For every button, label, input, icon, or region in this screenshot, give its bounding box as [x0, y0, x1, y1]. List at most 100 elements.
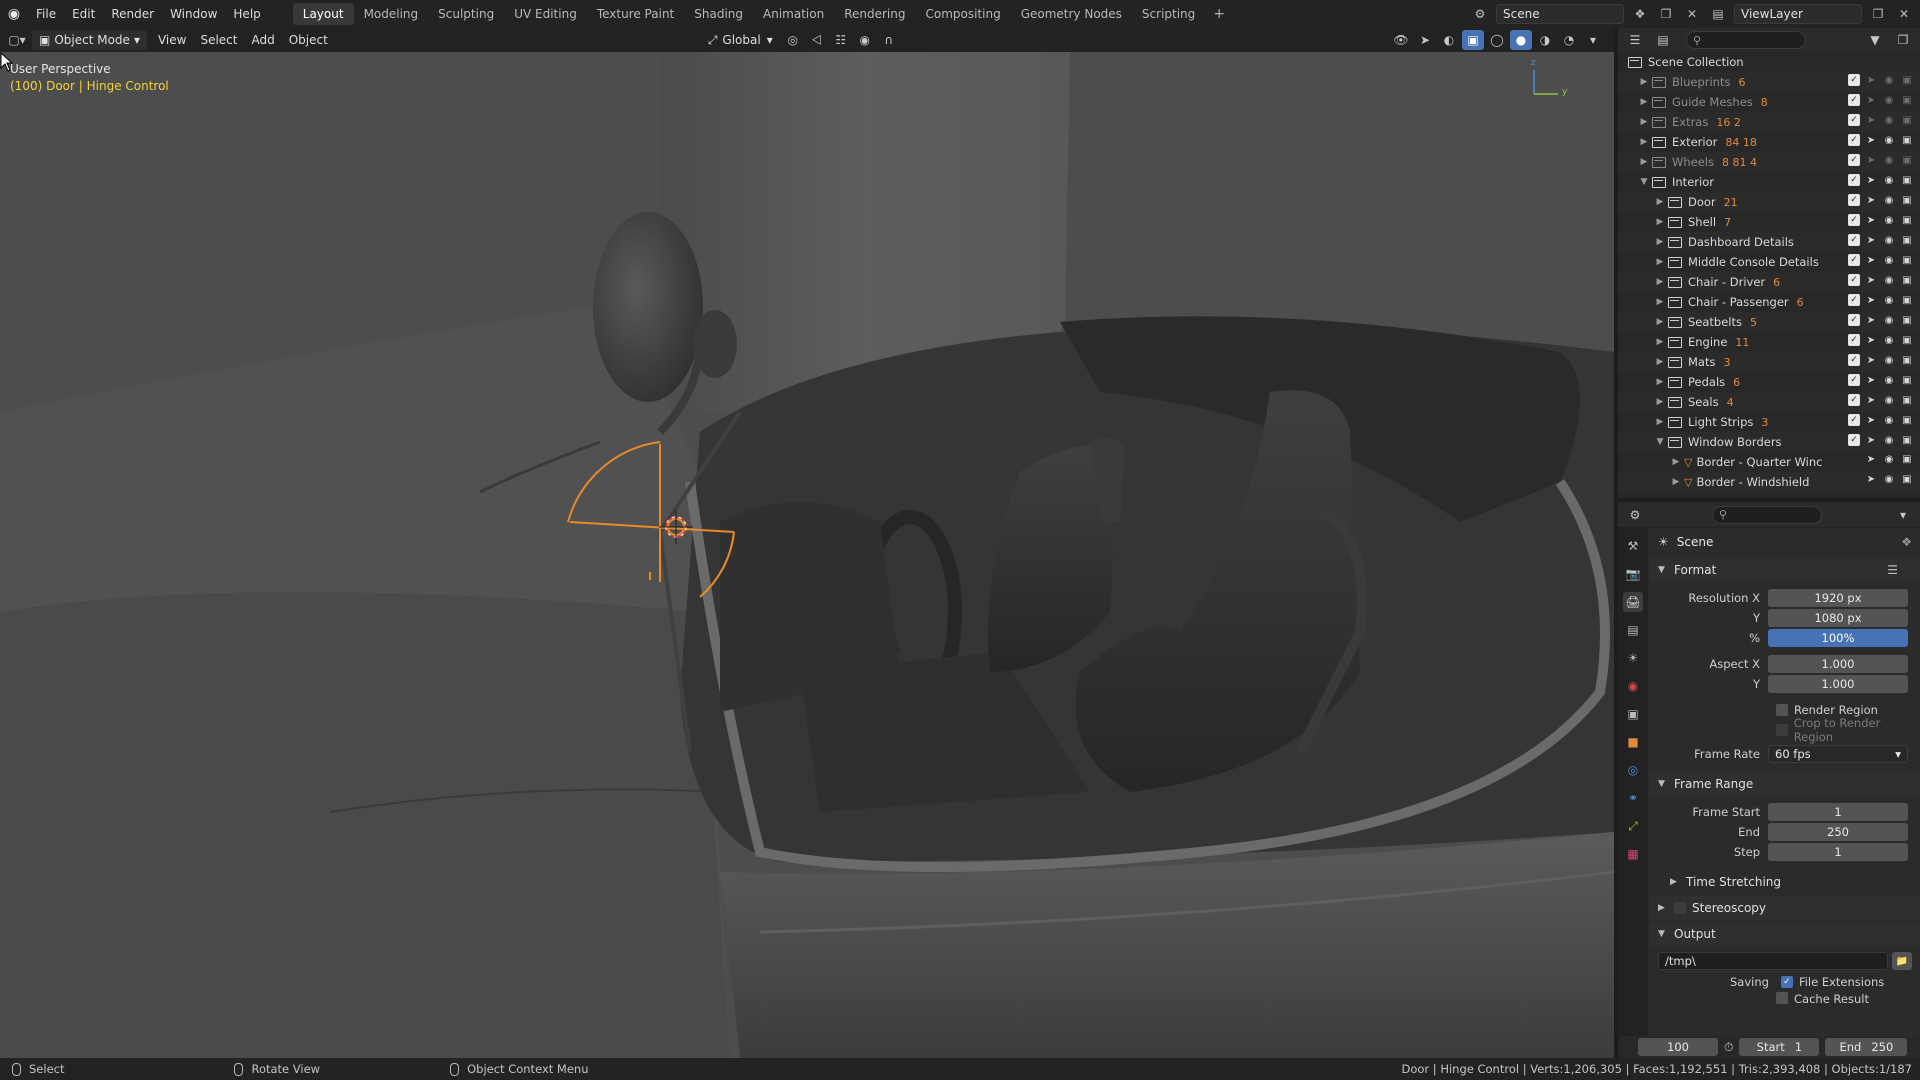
camera-icon[interactable]: ▣	[1900, 215, 1914, 226]
presets-icon[interactable]: ☰	[1887, 563, 1898, 577]
menu-render[interactable]: Render	[103, 3, 162, 25]
texture-tab-icon[interactable]: ▦	[1623, 844, 1643, 864]
expand-down-icon[interactable]: ▼	[1638, 177, 1650, 187]
eye-icon[interactable]: ◉	[1882, 454, 1896, 465]
eye-icon[interactable]: ◉	[1882, 435, 1896, 446]
eye-icon[interactable]: ◉	[1882, 235, 1896, 246]
selectable-icon[interactable]: ➤	[1864, 195, 1878, 206]
properties-editor-icon[interactable]: ⚙	[1624, 505, 1646, 525]
constraints-tab-icon[interactable]: ⚭	[1623, 788, 1643, 808]
selectable-icon[interactable]: ➤	[1864, 315, 1878, 326]
collection-tab-icon[interactable]: ▣	[1623, 704, 1643, 724]
exclude-checkbox[interactable]: ✓	[1848, 314, 1860, 326]
gizmo-icon[interactable]: ➤	[1414, 30, 1436, 50]
3d-viewport[interactable]: User Perspective (100) Door | Hinge Cont…	[0, 52, 1614, 1058]
outliner-row[interactable]: ▼ Interior ✓ ➤ ◉ ▣	[1618, 172, 1920, 192]
selectable-icon[interactable]: ➤	[1864, 335, 1878, 346]
outliner-row[interactable]: ▶ Guide Meshes 8 ✓ ➤ ◉ ▣	[1618, 92, 1920, 112]
new-collection-icon[interactable]: ❐	[1892, 30, 1914, 50]
expand-right-icon[interactable]: ▶	[1654, 217, 1666, 227]
display-mode-icon[interactable]: ▤	[1652, 30, 1674, 50]
tab-scripting[interactable]: Scripting	[1132, 3, 1205, 25]
exclude-checkbox[interactable]: ✓	[1848, 174, 1860, 186]
expand-right-icon[interactable]: ▶	[1654, 277, 1666, 287]
object-tab-icon[interactable]: ■	[1623, 732, 1643, 752]
tab-texture-paint[interactable]: Texture Paint	[587, 3, 684, 25]
material-shading-icon[interactable]: ◑	[1534, 30, 1556, 50]
expand-right-icon[interactable]: ▶	[1638, 97, 1650, 107]
outliner-row[interactable]: ▶ Door 21 ✓ ➤ ◉ ▣	[1618, 192, 1920, 212]
expand-right-icon[interactable]: ▶	[1654, 197, 1666, 207]
viewport-menu-object[interactable]: Object	[282, 30, 335, 50]
exclude-checkbox[interactable]: ✓	[1848, 294, 1860, 306]
eye-icon[interactable]: ◉	[1882, 275, 1896, 286]
exclude-checkbox[interactable]: ✓	[1848, 214, 1860, 226]
tab-compositing[interactable]: Compositing	[915, 3, 1010, 25]
view-layer-icon[interactable]: ▤	[1708, 4, 1728, 24]
pin-icon[interactable]: ❖	[1901, 535, 1912, 549]
exclude-checkbox[interactable]: ✓	[1848, 234, 1860, 246]
expand-right-icon[interactable]: ▶	[1654, 237, 1666, 247]
eye-icon[interactable]: ◉	[1882, 474, 1896, 485]
expand-right-icon[interactable]: ▶	[1654, 297, 1666, 307]
camera-icon[interactable]: ▣	[1900, 295, 1914, 306]
tab-modeling[interactable]: Modeling	[354, 3, 429, 25]
selectable-icon[interactable]: ➤	[1864, 235, 1878, 246]
eye-icon[interactable]: ◉	[1882, 135, 1896, 146]
outliner-row[interactable]: ▶ Seals 4 ✓ ➤ ◉ ▣	[1618, 392, 1920, 412]
output-panel-header[interactable]: ▼ Output	[1650, 922, 1920, 946]
camera-icon[interactable]: ▣	[1900, 355, 1914, 366]
aspect-x-field[interactable]: 1.000	[1768, 655, 1908, 673]
outliner-editor-icon[interactable]: ☰	[1624, 30, 1646, 50]
physics-tab-icon[interactable]: ◎	[1623, 760, 1643, 780]
expand-right-icon[interactable]: ▶	[1670, 457, 1682, 467]
viewport-menu-add[interactable]: Add	[244, 30, 281, 50]
mode-selector[interactable]: ▣ Object Mode ▾	[32, 30, 147, 50]
exclude-checkbox[interactable]: ✓	[1848, 194, 1860, 206]
selectable-icon[interactable]: ➤	[1864, 474, 1878, 485]
exclude-checkbox[interactable]: ✓	[1848, 434, 1860, 446]
delete-view-layer-icon[interactable]: ✕	[1894, 4, 1914, 24]
file-extensions-checkbox[interactable]: ✓	[1780, 976, 1793, 988]
eye-icon[interactable]: ◉	[1882, 375, 1896, 386]
frame-end-field[interactable]: 250	[1768, 823, 1908, 841]
expand-right-icon[interactable]: ▶	[1654, 357, 1666, 367]
expand-right-icon[interactable]: ▶	[1654, 397, 1666, 407]
selectable-icon[interactable]: ➤	[1864, 175, 1878, 186]
delete-scene-icon[interactable]: ✕	[1682, 4, 1702, 24]
exclude-checkbox[interactable]: ✓	[1848, 254, 1860, 266]
viewport-menu-select[interactable]: Select	[193, 30, 244, 50]
render-tab-icon[interactable]: 📷	[1623, 564, 1643, 584]
resolution-y-field[interactable]: 1080 px	[1768, 609, 1908, 627]
visibility-icon[interactable]: 👁	[1390, 30, 1412, 50]
tab-layout[interactable]: Layout	[292, 3, 354, 25]
tool-tab-icon[interactable]: ⚒	[1623, 536, 1643, 556]
eye-icon[interactable]: ◉	[1882, 395, 1896, 406]
blender-logo-icon[interactable]: ◉	[0, 0, 28, 28]
eye-icon[interactable]: ◉	[1882, 255, 1896, 266]
navigation-gizmo[interactable]: z y	[1524, 58, 1574, 102]
scene-collection-row[interactable]: Scene Collection	[1618, 52, 1920, 72]
selectable-icon[interactable]: ➤	[1864, 115, 1878, 126]
exclude-checkbox[interactable]: ✓	[1848, 274, 1860, 286]
crop-region-checkbox[interactable]	[1776, 724, 1788, 736]
camera-icon[interactable]: ▣	[1900, 135, 1914, 146]
outliner-row[interactable]: ▶ ▽ Border - Windshield ➤ ◉ ▣	[1618, 472, 1920, 492]
eye-icon[interactable]: ◉	[1882, 355, 1896, 366]
eye-icon[interactable]: ◉	[1882, 95, 1896, 106]
outliner-row[interactable]: ▶ Blueprints 6 ✓ ➤ ◉ ▣	[1618, 72, 1920, 92]
outliner-row[interactable]: ▶ Chair - Driver 6 ✓ ➤ ◉ ▣	[1618, 272, 1920, 292]
proportional-edit-icon[interactable]: ◉	[854, 30, 876, 50]
frame-rate-dropdown[interactable]: 60 fps ▾	[1768, 745, 1908, 763]
selectable-icon[interactable]: ➤	[1864, 295, 1878, 306]
selectable-icon[interactable]: ➤	[1864, 135, 1878, 146]
tab-rendering[interactable]: Rendering	[834, 3, 915, 25]
eye-icon[interactable]: ◉	[1882, 195, 1896, 206]
outliner-search-input[interactable]: ⚲	[1686, 31, 1806, 49]
format-panel-header[interactable]: ▼ Format ☰	[1650, 558, 1920, 582]
eye-icon[interactable]: ◉	[1882, 335, 1896, 346]
camera-icon[interactable]: ▣	[1900, 415, 1914, 426]
expand-right-icon[interactable]: ▶	[1638, 117, 1650, 127]
selectable-icon[interactable]: ➤	[1864, 155, 1878, 166]
outliner-row[interactable]: ▶ Shell 7 ✓ ➤ ◉ ▣	[1618, 212, 1920, 232]
